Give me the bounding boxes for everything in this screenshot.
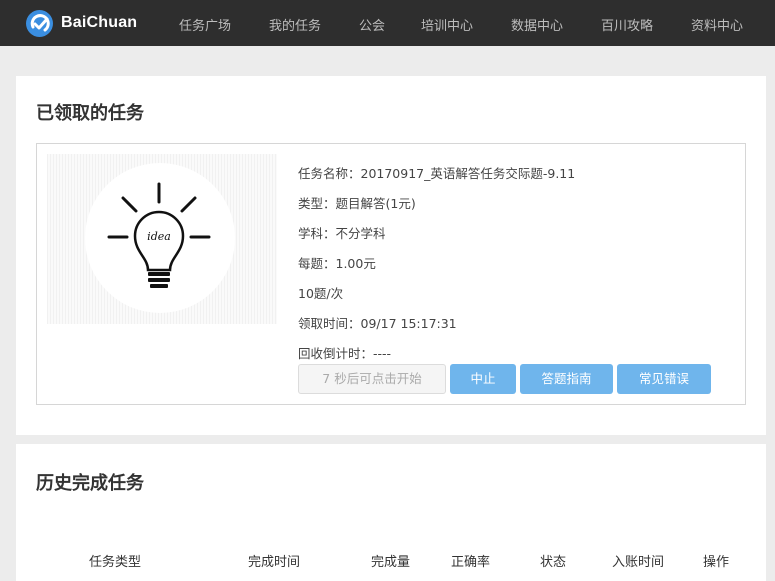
claimed-tasks-panel: 已领取的任务 idea 任务名称：20170917_英语解答任务交际题-9.11… — [16, 76, 766, 435]
nav-item-training-center[interactable]: 培训中心 — [421, 15, 473, 34]
nav-item-guild[interactable]: 公会 — [359, 15, 385, 34]
history-tasks-panel: 历史完成任务 任务类型 完成时间 完成量 正确率 状态 入账时间 操作 — [16, 444, 766, 581]
nav-item-data-center[interactable]: 数据中心 — [511, 15, 563, 34]
nav-item-my-tasks[interactable]: 我的任务 — [269, 15, 321, 34]
column-header-posted-time: 入账时间 — [612, 555, 665, 570]
task-thumbnail: idea — [47, 154, 277, 324]
brand-logo[interactable]: BaiChuan — [26, 9, 138, 37]
task-price: 每题：1.00元 — [298, 256, 376, 271]
task-count: 10题/次 — [298, 286, 344, 301]
history-tasks-title: 历史完成任务 — [36, 473, 144, 494]
column-header-actions: 操作 — [703, 555, 730, 570]
column-header-task-type: 任务类型 — [89, 555, 142, 570]
task-countdown: 回收倒计时：---- — [298, 346, 392, 361]
claimed-tasks-title: 已领取的任务 — [36, 103, 144, 124]
lightbulb-idea-icon: idea — [107, 182, 211, 288]
task-type: 类型：题目解答(1元) — [298, 196, 416, 211]
column-header-completion-time: 完成时间 — [248, 555, 301, 570]
task-claimed-time: 领取时间：09/17 15:17:31 — [298, 316, 457, 331]
baichuan-logo-icon — [26, 9, 53, 37]
nav-item-resource-center[interactable]: 资料中心 — [691, 15, 743, 34]
start-button-disabled[interactable]: 7 秒后可点击开始 — [298, 364, 446, 394]
answer-guide-button[interactable]: 答题指南 — [520, 364, 613, 394]
brand-name: BaiChuan — [61, 14, 138, 31]
stop-button[interactable]: 中止 — [450, 364, 516, 394]
nav-item-baichuan-guide[interactable]: 百川攻略 — [601, 15, 653, 34]
column-header-completed-count: 完成量 — [371, 555, 411, 570]
idea-text: idea — [147, 230, 171, 243]
common-errors-button[interactable]: 常见错误 — [617, 364, 711, 394]
top-nav-bar: BaiChuan 任务广场 我的任务 公会 培训中心 数据中心 百川攻略 资料中… — [0, 0, 775, 46]
column-header-accuracy: 正确率 — [451, 555, 491, 570]
column-header-status: 状态 — [540, 555, 567, 570]
task-card: idea 任务名称：20170917_英语解答任务交际题-9.11 类型：题目解… — [36, 143, 746, 405]
task-subject: 学科：不分学科 — [298, 226, 386, 241]
task-name: 任务名称：20170917_英语解答任务交际题-9.11 — [298, 166, 576, 181]
nav-item-task-square[interactable]: 任务广场 — [179, 15, 231, 34]
